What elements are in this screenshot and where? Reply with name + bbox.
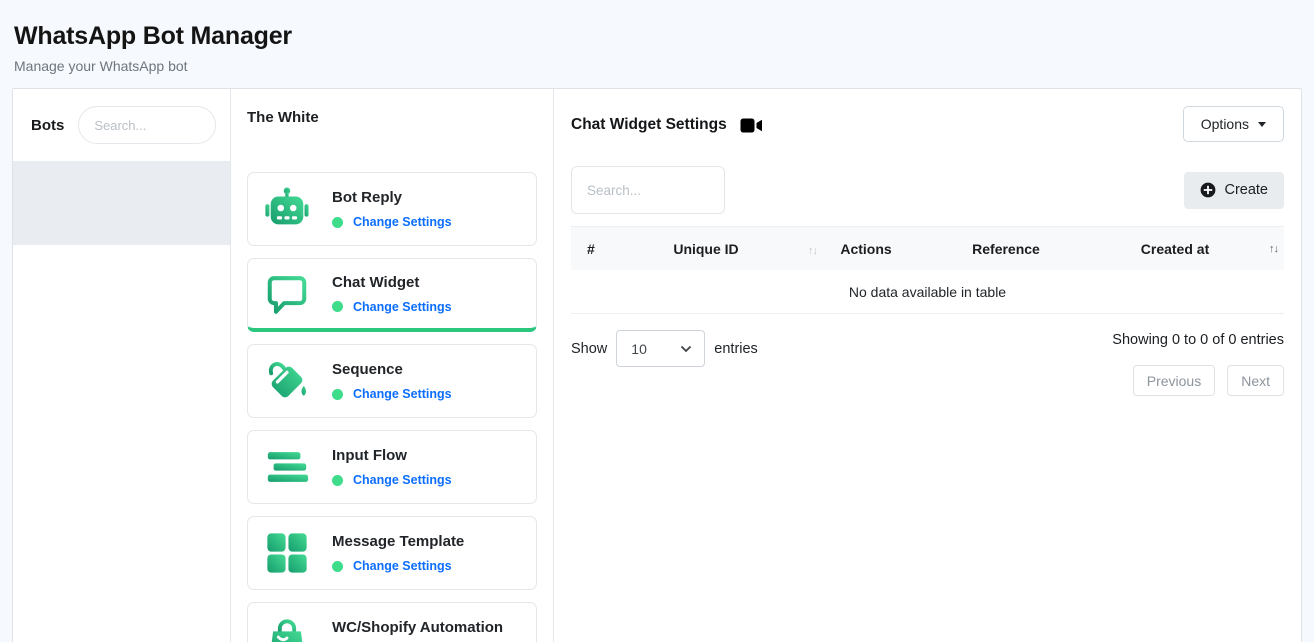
sort-icon[interactable]: ↑↓ [1269,243,1284,255]
page-size-value: 10 [631,341,647,357]
feature-card-title: Message Template [332,533,464,550]
table-empty-message: No data available in table [571,270,1284,314]
status-dot-icon [332,561,343,572]
features-panel: The White Bot Reply [231,89,554,642]
feature-card-sequence[interactable]: Sequence Change Settings [247,344,537,418]
feature-card-bot-reply[interactable]: Bot Reply Change Settings [247,172,537,246]
feature-card-input-flow[interactable]: Input Flow Change Settings [247,430,537,504]
plus-circle-icon [1200,182,1216,198]
pagination-controls: Previous Next [1133,365,1284,396]
status-dot-icon [332,475,343,486]
change-settings-link[interactable]: Change Settings [353,387,452,401]
page-subtitle: Manage your WhatsApp bot [14,58,1300,74]
change-settings-link[interactable]: Change Settings [353,559,452,573]
table-footer: Show 10 entries Showing 0 to 0 of 0 entr… [571,330,1284,396]
options-button[interactable]: Options [1183,106,1284,142]
page-size-control: Show 10 entries [571,330,758,367]
create-button-label: Create [1224,182,1268,198]
table-header-row: # Unique ID ↑↓ Actions Reference Created… [571,226,1284,270]
change-settings-link[interactable]: Change Settings [353,300,452,314]
feature-card-title: Input Flow [332,447,407,464]
entries-summary: Showing 0 to 0 of 0 entries [1112,330,1284,348]
status-dot-icon [332,217,343,228]
column-header-label: Created at [1141,241,1209,257]
bots-title: Bots [31,117,64,134]
bots-sidebar: Bots [13,89,231,642]
feature-card-message-template[interactable]: Message Template Change Settings [247,516,537,590]
settings-table: # Unique ID ↑↓ Actions Reference Created… [571,226,1284,314]
change-settings-link[interactable]: Change Settings [353,215,452,229]
fill-drip-icon [264,358,310,404]
feature-card-chat-widget[interactable]: Chat Widget Change Settings [247,258,537,332]
options-button-label: Options [1201,116,1249,132]
status-dot-icon [332,301,343,312]
page-title: WhatsApp Bot Manager [14,22,1300,51]
column-header-created-at[interactable]: Created at ↑↓ [1081,241,1284,257]
settings-panel: Chat Widget Settings Options [554,89,1301,642]
column-header-actions[interactable]: Actions [801,241,931,257]
video-camera-icon [740,117,763,134]
column-header-index[interactable]: # [571,241,611,257]
staggered-bars-icon [264,444,310,490]
feature-card-title: Sequence [332,361,403,378]
bots-header: Bots [13,89,230,161]
robot-icon [264,186,310,232]
shopping-bag-icon [264,616,310,642]
entries-label: entries [714,341,758,357]
bot-name: The White [247,109,537,126]
previous-page-button[interactable]: Previous [1133,365,1215,396]
table-search-input[interactable] [571,166,725,214]
status-dot-icon [332,389,343,400]
feature-card-title: Chat Widget [332,274,419,291]
page-size-select[interactable]: 10 [616,330,705,367]
page-header: WhatsApp Bot Manager Manage your WhatsAp… [0,0,1314,88]
settings-title: Chat Widget Settings [571,116,727,134]
chat-bubble-icon [264,271,310,317]
table-toolbar: Create [571,166,1284,214]
chevron-down-icon [680,345,692,353]
column-header-reference[interactable]: Reference [931,241,1081,257]
create-button[interactable]: Create [1184,172,1284,209]
show-label: Show [571,341,607,357]
column-header-unique-id[interactable]: Unique ID ↑↓ [611,241,801,257]
feature-card-title: WC/Shopify Automation [332,619,503,636]
grid-icon [264,530,310,576]
main-card: Bots The White [12,88,1302,642]
feature-card-wc-shopify[interactable]: WC/Shopify Automation Change Settings [247,602,537,642]
bots-search-input[interactable] [78,106,216,144]
change-settings-link[interactable]: Change Settings [353,473,452,487]
next-page-button[interactable]: Next [1227,365,1284,396]
column-header-label: Unique ID [673,241,738,257]
selected-bot-row[interactable] [13,161,230,245]
feature-card-title: Bot Reply [332,189,402,206]
settings-header: Chat Widget Settings Options [571,106,1284,142]
caret-down-icon [1258,122,1266,127]
